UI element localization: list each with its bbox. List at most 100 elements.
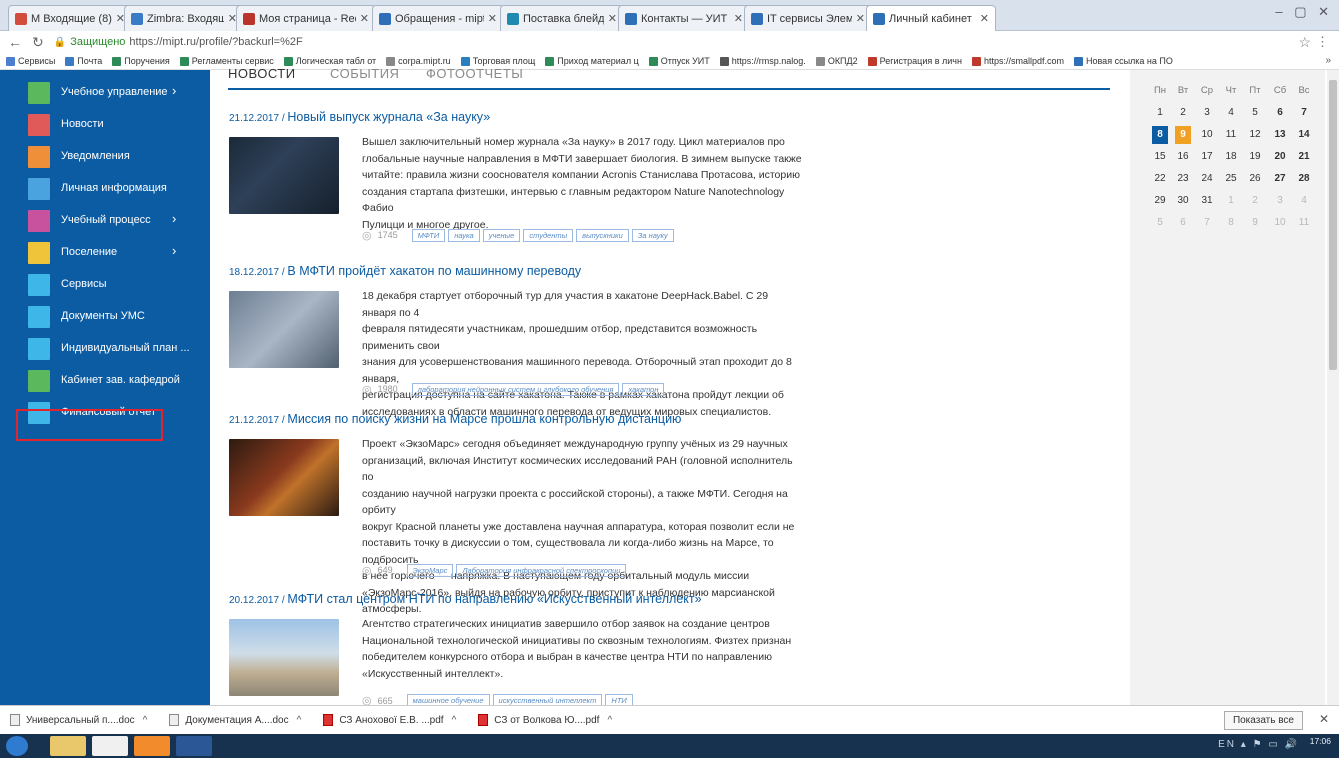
bookmark-item[interactable]: Торговая площ [460,56,535,66]
bookmark-item[interactable]: Сервисы [6,56,55,66]
calendar-day[interactable]: 3 [1272,192,1288,210]
sidebar-item[interactable]: Новости [0,109,210,141]
calendar-day[interactable]: 18 [1223,148,1239,166]
clock[interactable]: 17:06 [1310,736,1331,746]
calendar-day[interactable]: 21 [1296,148,1312,166]
close-tab-icon[interactable]: ✕ [980,12,989,25]
close-tab-icon[interactable]: ✕ [360,12,369,25]
tag-link[interactable]: За науку [631,228,674,242]
download-item[interactable]: Документация А....doc ^ [169,714,301,726]
calendar-day[interactable]: 3 [1199,104,1215,122]
calendar-day[interactable]: 25 [1223,170,1239,188]
tab-news[interactable]: НОВОСТИ [228,66,296,81]
tag-link[interactable]: МФТИ [411,228,446,242]
article-thumbnail[interactable] [229,137,339,214]
calendar-day[interactable]: 4 [1223,104,1239,122]
chevron-up-icon[interactable]: ^ [452,715,457,726]
tag-link[interactable]: лаборатория нейронных систем и глубокого… [411,382,620,396]
article-title-link[interactable]: Новый выпуск журнала «За науку» [287,110,490,124]
scrollbar[interactable] [1327,70,1339,705]
calendar-day[interactable]: 9 [1175,126,1191,144]
article-title-link[interactable]: В МФТИ пройдёт хакатон по машинному пере… [287,264,581,278]
tag-link[interactable]: ЭкзоМарс [406,563,454,577]
bookmark-item[interactable]: Отпуск УИТ [648,56,710,66]
browser-tab[interactable]: Личный кабинет ✕ [866,5,996,31]
sidebar-item[interactable]: Учебное управление › [0,77,210,109]
close-tab-icon[interactable]: ✕ [734,12,743,25]
calendar-day[interactable]: 15 [1152,148,1168,166]
calendar-day[interactable]: 5 [1247,104,1263,122]
calendar-day[interactable]: 29 [1152,192,1168,210]
close-tab-icon[interactable]: ✕ [488,12,497,25]
file-explorer-icon[interactable] [50,736,86,756]
article-title-link[interactable]: МФТИ стал центром НТИ по направлению «Ис… [287,592,701,606]
article-title-link[interactable]: Миссия по поиску жизни на Марсе прошла к… [287,412,681,426]
calendar-day[interactable]: 14 [1296,126,1312,144]
tag-link[interactable]: выпускники [576,228,629,242]
back-icon[interactable]: ← [8,34,22,50]
sidebar-item[interactable]: Уведомления [0,141,210,173]
start-button-icon[interactable] [6,736,28,756]
calendar-day[interactable]: 28 [1296,170,1312,188]
close-tab-icon[interactable]: ✕ [608,12,617,25]
calendar-day[interactable]: 24 [1199,170,1215,188]
calendar-day[interactable]: 2 [1247,192,1263,210]
calendar-day[interactable]: 10 [1199,126,1215,144]
sidebar-item[interactable]: Учебный процесс › [0,205,210,237]
bookmark-item[interactable]: Регистрация в личн [867,56,962,66]
browser-tab[interactable]: IT сервисы Элементы - ✕ [744,5,872,31]
calendar-day[interactable]: 23 [1175,170,1191,188]
tag-link[interactable]: студенты [523,228,574,242]
window-controls[interactable]: ‒ ▢ ✕ [1275,4,1333,20]
tab-photo-reports[interactable]: ФОТООТЧЕТЫ [426,66,523,81]
calendar-day[interactable]: 11 [1223,126,1239,144]
bookmark-item[interactable]: ОКПД2 [815,56,858,66]
bookmark-item[interactable]: Логическая табл от [283,56,376,66]
browser-tab[interactable]: Обращения - mipt.ru ✕ [372,5,504,31]
calendar-day[interactable]: 1 [1223,192,1239,210]
bookmark-item[interactable]: corpa.mipt.ru [386,56,451,66]
calendar-day[interactable]: 5 [1152,214,1168,232]
calendar-day[interactable]: 8 [1152,126,1168,144]
article-thumbnail[interactable] [229,619,339,696]
sidebar-item[interactable]: Документы УМС [0,301,210,333]
calendar-day[interactable]: 16 [1175,148,1191,166]
calendar-day[interactable]: 11 [1296,214,1312,232]
tag-link[interactable]: наука [448,228,480,242]
1c-app-icon[interactable] [134,736,170,756]
calendar-day[interactable]: 2 [1175,104,1191,122]
bookmark-item[interactable]: https://smallpdf.com [971,56,1064,66]
bookmark-item[interactable]: Почта [65,56,102,66]
browser-tab[interactable]: Контакты — УИТ ✕ [618,5,750,31]
calendar-day[interactable]: 12 [1247,126,1263,144]
browser-tab[interactable]: Zimbra: Входящие (11)✕ [124,5,244,31]
language-indicator[interactable]: EN [1218,739,1236,750]
sidebar-item[interactable]: Кабинет зав. кафедрой [0,365,210,397]
browser-tab[interactable]: M Входящие (8) - surkova.✕ [8,5,132,31]
calendar-day[interactable]: 7 [1199,214,1215,232]
chevron-up-icon[interactable]: ^ [297,715,302,726]
bookmark-item[interactable]: https://rmsp.nalog. [719,56,806,66]
url-input[interactable]: https://mipt.ru/profile/?backurl=%2F [129,36,302,48]
sidebar-item[interactable]: Индивидуальный план ... [0,333,210,365]
calendar-day[interactable]: 7 [1296,104,1312,122]
chrome-icon[interactable] [92,736,128,756]
tag-link[interactable]: хакатон [622,382,665,396]
bookmark-star-icon[interactable]: ☆ [1298,34,1311,51]
calendar-day[interactable]: 26 [1247,170,1263,188]
tag-link[interactable]: Лаборатория инфракрасной спектроскопии [456,563,627,577]
tab-events[interactable]: СОБЫТИЯ [330,66,399,81]
chevron-up-icon[interactable]: ^ [143,715,148,726]
calendar-day[interactable]: 20 [1272,148,1288,166]
calendar-day[interactable]: 19 [1247,148,1263,166]
browser-tab[interactable]: Поставка блейд центр ✕ [500,5,624,31]
article-thumbnail[interactable] [229,439,339,516]
sidebar-item[interactable]: Поселение › [0,237,210,269]
sidebar-item[interactable]: Личная информация [0,173,210,205]
close-tab-icon[interactable]: ✕ [856,12,865,25]
chevron-up-icon[interactable]: ^ [607,715,612,726]
bookmark-item[interactable]: Приход материал ц [545,56,639,66]
calendar-day[interactable]: 30 [1175,192,1191,210]
browser-tab[interactable]: Моя страница - Redmin ✕ [236,5,376,31]
calendar-day[interactable]: 1 [1152,104,1168,122]
